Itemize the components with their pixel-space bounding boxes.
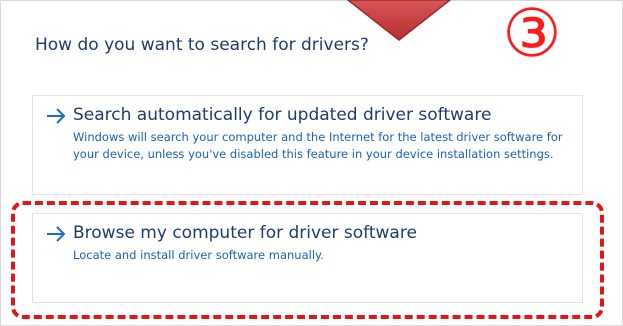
- step-number-text: ③: [502, 0, 561, 70]
- dialog-question: How do you want to search for drivers?: [35, 35, 369, 55]
- search-automatically-option[interactable]: Search automatically for updated driver …: [32, 95, 583, 195]
- highlight-dashed-box: [11, 201, 604, 319]
- search-automatically-title: Search automatically for updated driver …: [73, 105, 492, 125]
- arrow-right-icon: [47, 108, 66, 124]
- down-arrow-pointer-icon: [346, 0, 452, 41]
- step-number-badge: ③: [500, 0, 563, 70]
- search-automatically-description: Windows will search your computer and th…: [73, 130, 563, 161]
